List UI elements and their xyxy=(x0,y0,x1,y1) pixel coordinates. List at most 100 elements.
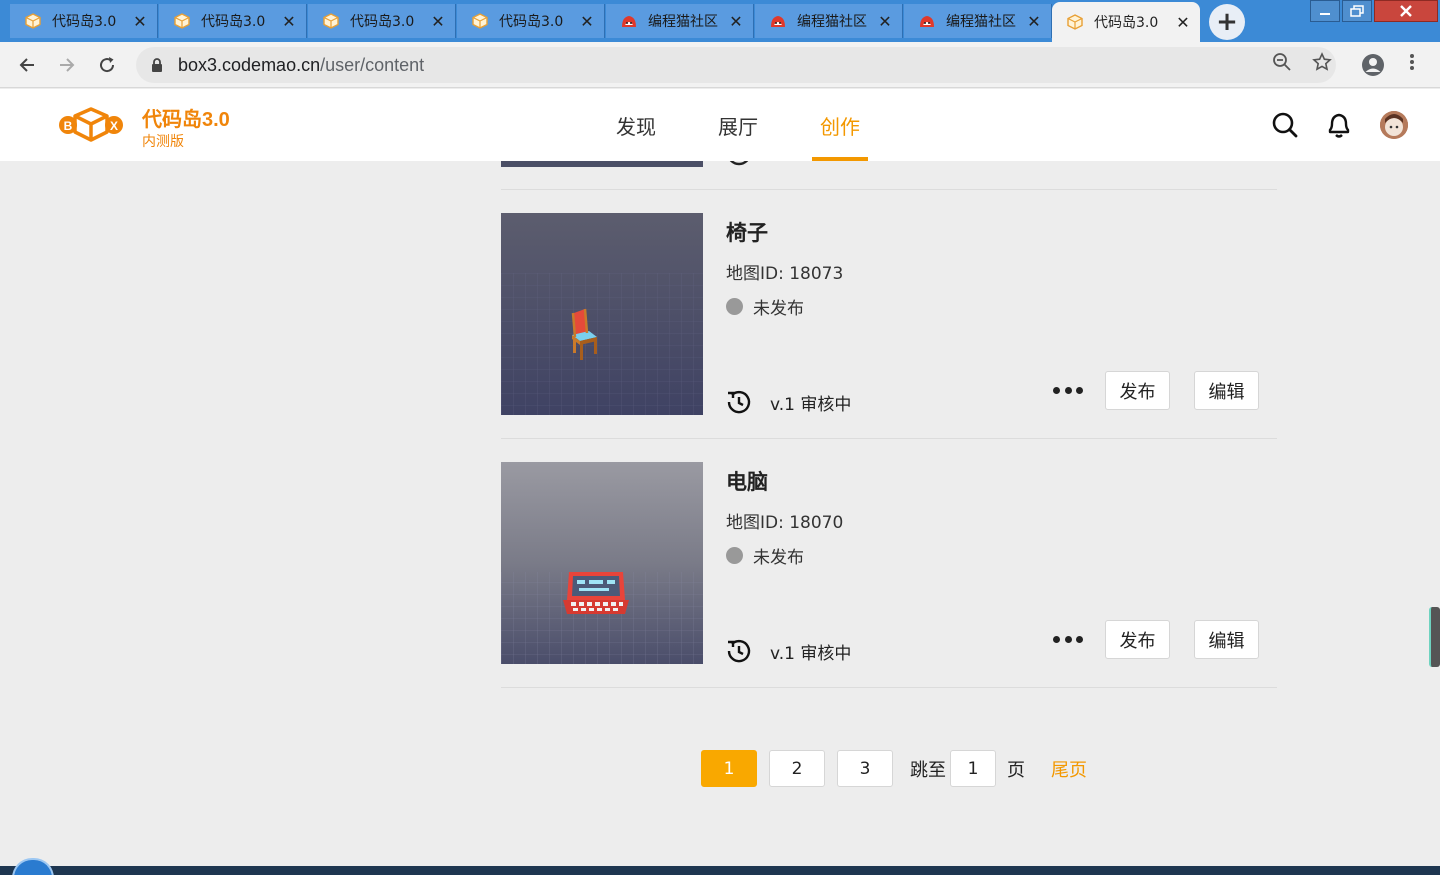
version-text: v.1 审核中 xyxy=(770,394,852,415)
address-bar[interactable]: box3.codemao.cn/user/content xyxy=(136,47,1336,83)
history-icon[interactable] xyxy=(726,389,752,415)
box-icon xyxy=(322,12,340,30)
version-info: v.1 审核中 xyxy=(726,389,851,415)
nav-item-gallery[interactable]: 展厅 xyxy=(702,89,774,161)
scrollbar-thumb[interactable] xyxy=(1429,607,1440,667)
search-icon[interactable] xyxy=(1271,111,1299,139)
page-unit-label: 页 xyxy=(1007,759,1025,781)
more-options-icon[interactable] xyxy=(1053,632,1083,646)
browser-tab[interactable]: 代码岛3.0 ✕ xyxy=(308,4,456,38)
status-text: 未发布 xyxy=(753,548,804,568)
browser-tab-active[interactable]: 代码岛3.0 ✕ xyxy=(1052,2,1200,42)
reload-icon xyxy=(100,57,115,73)
lock-icon xyxy=(150,57,164,73)
tab-title: 代码岛3.0 xyxy=(350,14,415,30)
menu-kebab-icon[interactable] xyxy=(1400,50,1424,74)
status-badge: 未发布 xyxy=(726,294,804,319)
version-text: v.1 审核中 xyxy=(770,643,852,664)
box-icon xyxy=(471,12,489,30)
browser-tab-strip: 代码岛3.0 ✕ 代码岛3.0 ✕ 代码岛3.0 ✕ 代码岛3.0 ✕ 编程猫社… xyxy=(0,0,1440,42)
main-nav: 发现 展厅 创作 xyxy=(600,89,906,161)
work-map-id: 地图ID: 18070 xyxy=(726,513,844,533)
more-options-icon[interactable] xyxy=(1053,383,1083,397)
browser-toolbar: box3.codemao.cn/user/content xyxy=(0,42,1440,88)
tab-title: 编程猫社区 xyxy=(797,14,867,30)
status-dot-icon xyxy=(726,298,743,315)
chair-model xyxy=(501,213,703,415)
browser-tab[interactable]: 代码岛3.0 ✕ xyxy=(10,4,158,38)
profile-icon[interactable] xyxy=(1360,52,1386,78)
minimize-window-button[interactable] xyxy=(1310,0,1340,22)
browser-tab[interactable]: 编程猫社区 ✕ xyxy=(755,4,903,38)
edit-button[interactable]: 编辑 xyxy=(1194,620,1259,659)
close-tab-icon[interactable]: ✕ xyxy=(1023,10,1045,32)
close-tab-icon[interactable]: ✕ xyxy=(278,10,300,32)
history-icon xyxy=(729,161,749,166)
tab-title: 代码岛3.0 xyxy=(201,14,266,30)
arrow-right-icon xyxy=(60,58,75,72)
reload-button[interactable] xyxy=(92,50,122,80)
close-tab-icon[interactable]: ✕ xyxy=(1172,11,1194,33)
work-thumbnail[interactable] xyxy=(501,462,703,664)
last-page-link[interactable]: 尾页 xyxy=(1051,756,1087,782)
list-item-partial xyxy=(501,161,1277,190)
box-icon xyxy=(1066,13,1084,31)
star-bookmark-icon[interactable] xyxy=(1310,50,1334,74)
publish-button[interactable]: 发布 xyxy=(1105,371,1170,410)
box-icon xyxy=(173,12,191,30)
logo-letter-x: X xyxy=(110,119,118,133)
page-button-3[interactable]: 3 xyxy=(837,750,893,787)
jump-label: 跳至 xyxy=(910,759,946,781)
url-text: box3.codemao.cn/user/content xyxy=(178,55,424,76)
forward-button[interactable] xyxy=(52,50,82,80)
logo-letter-b: B xyxy=(64,119,73,133)
edit-button[interactable]: 编辑 xyxy=(1194,371,1259,410)
codemao-icon xyxy=(918,12,936,30)
restore-window-button[interactable] xyxy=(1342,0,1372,22)
zoom-icon[interactable] xyxy=(1270,50,1294,74)
site-header: B X 代码岛3.0 内测版 发现 展厅 创作 xyxy=(0,89,1440,161)
page-button-2[interactable]: 2 xyxy=(769,750,825,787)
close-tab-icon[interactable]: ✕ xyxy=(874,10,896,32)
page-button-1[interactable]: 1 xyxy=(701,750,757,787)
close-tab-icon[interactable]: ✕ xyxy=(129,10,151,32)
tab-title: 代码岛3.0 xyxy=(52,14,117,30)
logo[interactable]: B X xyxy=(58,105,124,145)
new-tab-button[interactable]: + xyxy=(1209,4,1245,40)
browser-tab[interactable]: 代码岛3.0 ✕ xyxy=(457,4,605,38)
start-button[interactable] xyxy=(12,858,54,875)
url-path: /user/content xyxy=(320,54,425,75)
publish-button[interactable]: 发布 xyxy=(1105,620,1170,659)
close-tab-icon[interactable]: ✕ xyxy=(427,10,449,32)
close-tab-icon[interactable]: ✕ xyxy=(576,10,598,32)
page-jump-input[interactable]: 1 xyxy=(950,750,996,787)
close-icon xyxy=(1400,5,1412,17)
tab-title: 编程猫社区 xyxy=(648,14,718,30)
work-thumbnail[interactable] xyxy=(501,161,703,167)
work-title[interactable]: 电脑 xyxy=(726,466,768,496)
tab-title: 编程猫社区 xyxy=(946,14,1016,30)
work-map-id: 地图ID: 18073 xyxy=(726,264,844,284)
brand-subtitle: 内测版 xyxy=(142,134,184,150)
work-title[interactable]: 椅子 xyxy=(726,217,768,247)
browser-tab[interactable]: 编程猫社区 ✕ xyxy=(904,4,1052,38)
list-item: 电脑 地图ID: 18070 未发布 v.1 审核中 发布 编辑 xyxy=(501,462,1277,688)
list-item: 椅子 地图ID: 18073 未发布 v.1 审核中 发布 编辑 xyxy=(501,213,1277,439)
os-taskbar xyxy=(0,866,1440,875)
close-tab-icon[interactable]: ✕ xyxy=(725,10,747,32)
back-button[interactable] xyxy=(12,50,42,80)
nav-item-discover[interactable]: 发现 xyxy=(600,89,672,161)
status-text: 未发布 xyxy=(753,299,804,319)
nav-item-create[interactable]: 创作 xyxy=(804,89,876,161)
close-window-button[interactable] xyxy=(1374,0,1438,22)
browser-tab[interactable]: 代码岛3.0 ✕ xyxy=(159,4,307,38)
avatar[interactable] xyxy=(1380,111,1408,139)
status-dot-icon xyxy=(726,547,743,564)
url-host: box3.codemao.cn xyxy=(178,54,321,75)
minimize-icon xyxy=(1320,13,1330,15)
browser-tab[interactable]: 编程猫社区 ✕ xyxy=(606,4,754,38)
work-thumbnail[interactable] xyxy=(501,213,703,415)
history-icon[interactable] xyxy=(726,638,752,664)
codemao-icon xyxy=(769,12,787,30)
bell-icon[interactable] xyxy=(1325,111,1353,139)
